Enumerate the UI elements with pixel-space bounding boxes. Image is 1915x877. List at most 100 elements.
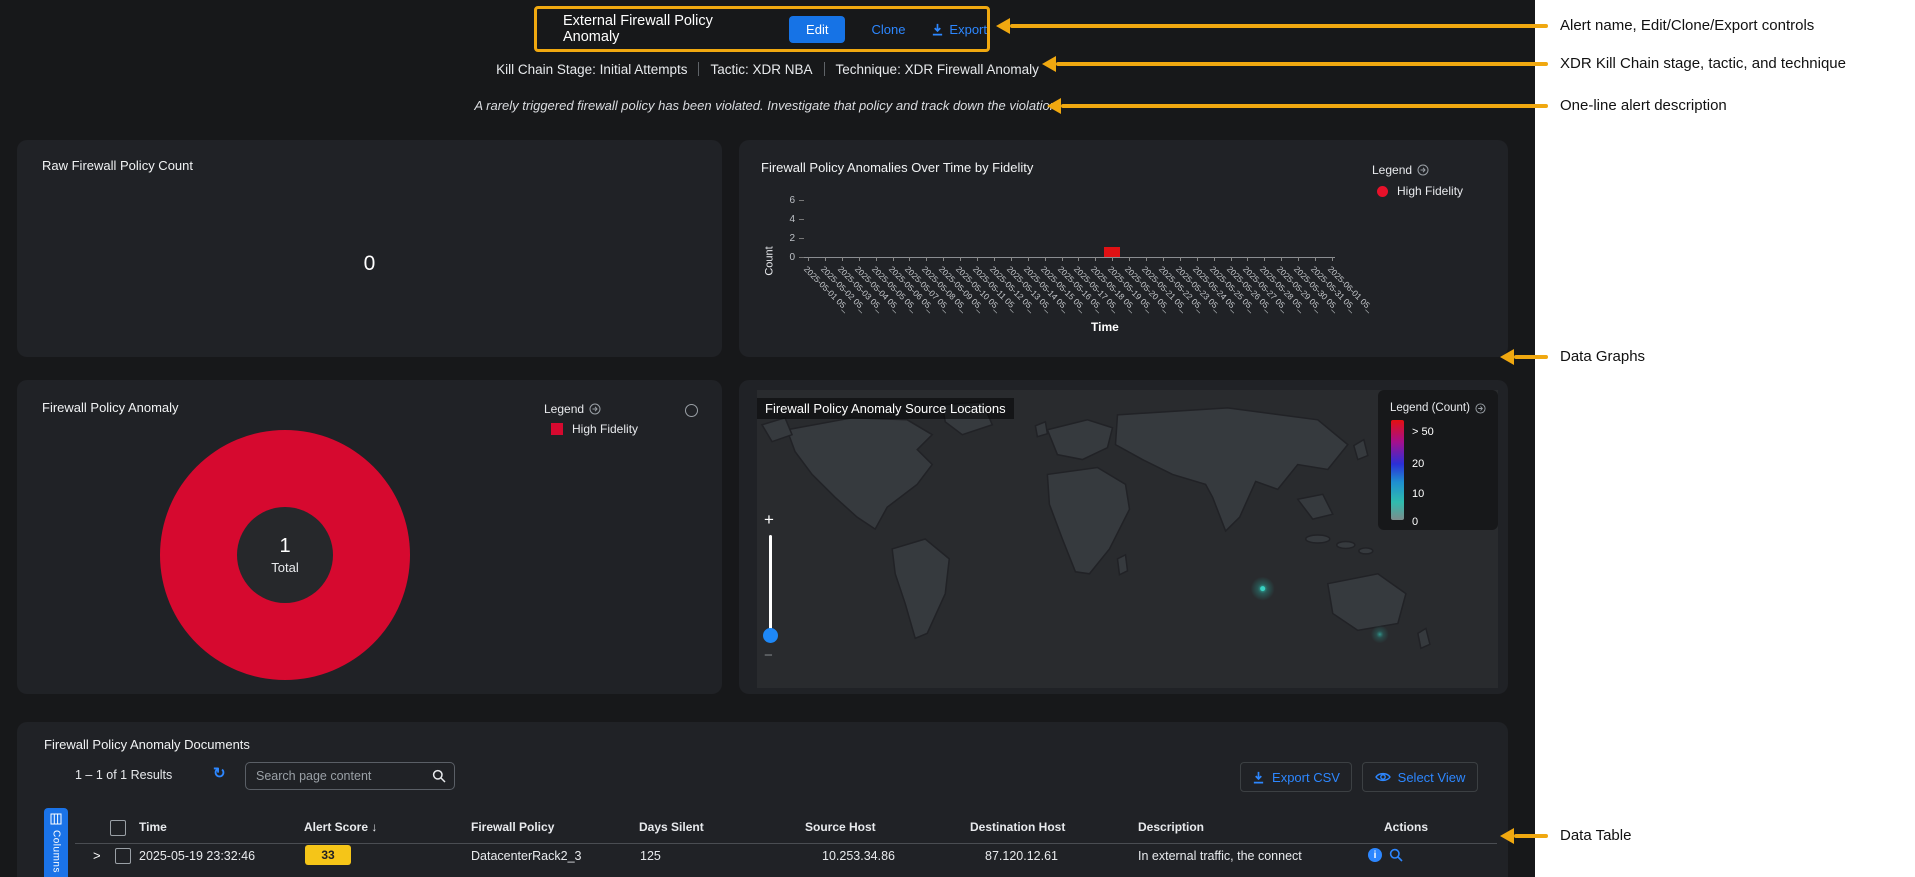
annotation-label: One-line alert description — [1560, 97, 1727, 114]
x-tick-mark — [1011, 257, 1012, 261]
x-tick-mark — [994, 257, 995, 261]
search-input[interactable] — [254, 768, 432, 784]
x-tick-mark — [1062, 257, 1063, 261]
col-header-alert-score[interactable]: Alert Score ↓ — [304, 820, 377, 834]
map-zoom-in-button[interactable]: + — [764, 510, 774, 530]
panel-title: Firewall Policy Anomaly — [42, 400, 179, 415]
y-axis-label: Count — [764, 246, 776, 275]
map-zoom-out-button[interactable]: − — [764, 647, 773, 664]
columns-icon — [50, 813, 62, 825]
annotation-label: Data Graphs — [1560, 348, 1645, 365]
map-zoom-slider[interactable] — [769, 535, 772, 637]
x-axis-label: Time — [1091, 320, 1119, 334]
x-tick-mark — [1180, 257, 1181, 261]
cell-days-silent: 125 — [640, 849, 661, 863]
map-anomaly-marker[interactable] — [1371, 625, 1389, 643]
col-header-source-host[interactable]: Source Host — [805, 820, 876, 834]
clone-button[interactable]: Clone — [871, 22, 905, 37]
high-fidelity-square-icon — [551, 423, 563, 435]
download-icon — [1252, 771, 1265, 784]
x-tick-mark — [1112, 257, 1113, 261]
x-tick-mark — [1095, 257, 1096, 261]
x-tick-mark — [1028, 257, 1029, 261]
select-all-checkbox[interactable] — [110, 820, 126, 836]
header-divider — [75, 843, 1497, 844]
donut-chart[interactable]: 1 Total — [160, 430, 410, 680]
cell-time: 2025-05-19 23:32:46 — [139, 849, 255, 863]
x-tick-mark — [1045, 257, 1046, 261]
cell-destination-host: 87.120.12.61 — [985, 849, 1058, 863]
dashboard-root: External Firewall Policy Anomaly Edit Cl… — [0, 0, 1915, 877]
x-tick-mark — [1332, 257, 1333, 261]
x-tick-mark — [825, 257, 826, 261]
circle-icon[interactable] — [685, 404, 698, 417]
scale-label: 20 — [1412, 458, 1424, 470]
technique: Technique: XDR Firewall Anomaly — [836, 62, 1039, 77]
bar-chart: Count Time 02462025-05-01 05_2025-05-02 … — [739, 140, 1508, 357]
y-tick-label: 4 — [775, 214, 795, 225]
col-header-description[interactable]: Description — [1138, 820, 1204, 834]
col-header-actions: Actions — [1384, 820, 1428, 834]
raw-count-value: 0 — [17, 252, 722, 276]
alert-header-highlight-box: External Firewall Policy Anomaly Edit Cl… — [534, 6, 990, 52]
legend-gear-icon — [589, 403, 601, 415]
y-tick-label: 2 — [775, 233, 795, 244]
export-button[interactable]: Export — [931, 22, 987, 37]
edit-button[interactable]: Edit — [789, 16, 845, 43]
donut-center: 1 Total — [237, 507, 333, 603]
x-tick-mark — [977, 257, 978, 261]
map-legend: Legend (Count) > 50 20 10 0 — [1378, 390, 1498, 530]
annotation-arrow — [1500, 828, 1548, 844]
eye-icon — [1375, 771, 1391, 783]
cell-description: In external traffic, the connect — [1138, 849, 1302, 863]
map-legend-header[interactable]: Legend (Count) — [1390, 402, 1486, 414]
row-checkbox[interactable] — [115, 848, 131, 864]
columns-button[interactable]: Columns — [44, 808, 68, 877]
refresh-icon[interactable]: ↻ — [213, 764, 226, 782]
download-icon — [931, 23, 944, 36]
x-tick-mark — [909, 257, 910, 261]
annotation-arrow — [1500, 349, 1548, 365]
tactic: Tactic: XDR NBA — [710, 62, 812, 77]
col-header-firewall-policy[interactable]: Firewall Policy — [471, 820, 554, 834]
x-tick-mark — [1298, 257, 1299, 261]
x-tick-mark — [893, 257, 894, 261]
kill-chain-stage: Kill Chain Stage: Initial Attempts — [496, 62, 687, 77]
panel-title: Firewall Policy Anomaly Documents — [44, 737, 250, 752]
legend-gear-icon — [1475, 403, 1486, 414]
info-icon[interactable]: i — [1368, 848, 1382, 862]
annotation-arrow — [996, 18, 1548, 34]
donut-total-value: 1 — [279, 535, 290, 558]
over-time-panel: Firewall Policy Anomalies Over Time by F… — [739, 140, 1508, 357]
scale-label: 0 — [1412, 516, 1418, 528]
annotation-panel — [1535, 0, 1915, 877]
annotation-label: Alert name, Edit/Clone/Export controls — [1560, 17, 1814, 34]
select-view-button[interactable]: Select View — [1362, 762, 1478, 792]
map-zoom-handle[interactable] — [763, 628, 778, 643]
x-tick-mark — [1315, 257, 1316, 261]
col-header-days-silent[interactable]: Days Silent — [639, 820, 704, 834]
export-csv-button[interactable]: Export CSV — [1240, 762, 1352, 792]
count-gradient-bar — [1391, 420, 1404, 520]
x-tick-mark — [1247, 257, 1248, 261]
sort-desc-icon: ↓ — [371, 820, 377, 834]
drilldown-search-icon[interactable] — [1389, 848, 1403, 862]
cell-firewall-policy: DatacenterRack2_3 — [471, 849, 581, 863]
x-tick-mark — [1264, 257, 1265, 261]
x-tick-mark — [1078, 257, 1079, 261]
x-tick-mark — [943, 257, 944, 261]
legend-item-high-fidelity[interactable]: High Fidelity — [551, 422, 638, 436]
y-tick-label: 0 — [775, 252, 795, 263]
alert-title: External Firewall Policy Anomaly — [563, 13, 763, 45]
annotation-label: XDR Kill Chain stage, tactic, and techni… — [1560, 55, 1846, 72]
donut-total-label: Total — [271, 560, 298, 575]
col-header-time[interactable]: Time — [139, 820, 167, 834]
expand-chevron-icon[interactable]: > — [93, 848, 101, 863]
legend-header[interactable]: Legend — [544, 402, 601, 416]
x-tick-mark — [842, 257, 843, 261]
bar-high-fidelity[interactable] — [1104, 247, 1120, 257]
search-icon[interactable] — [432, 769, 446, 783]
col-header-destination-host[interactable]: Destination Host — [970, 820, 1065, 834]
divider — [698, 62, 699, 76]
annotation-arrow — [1047, 98, 1548, 114]
